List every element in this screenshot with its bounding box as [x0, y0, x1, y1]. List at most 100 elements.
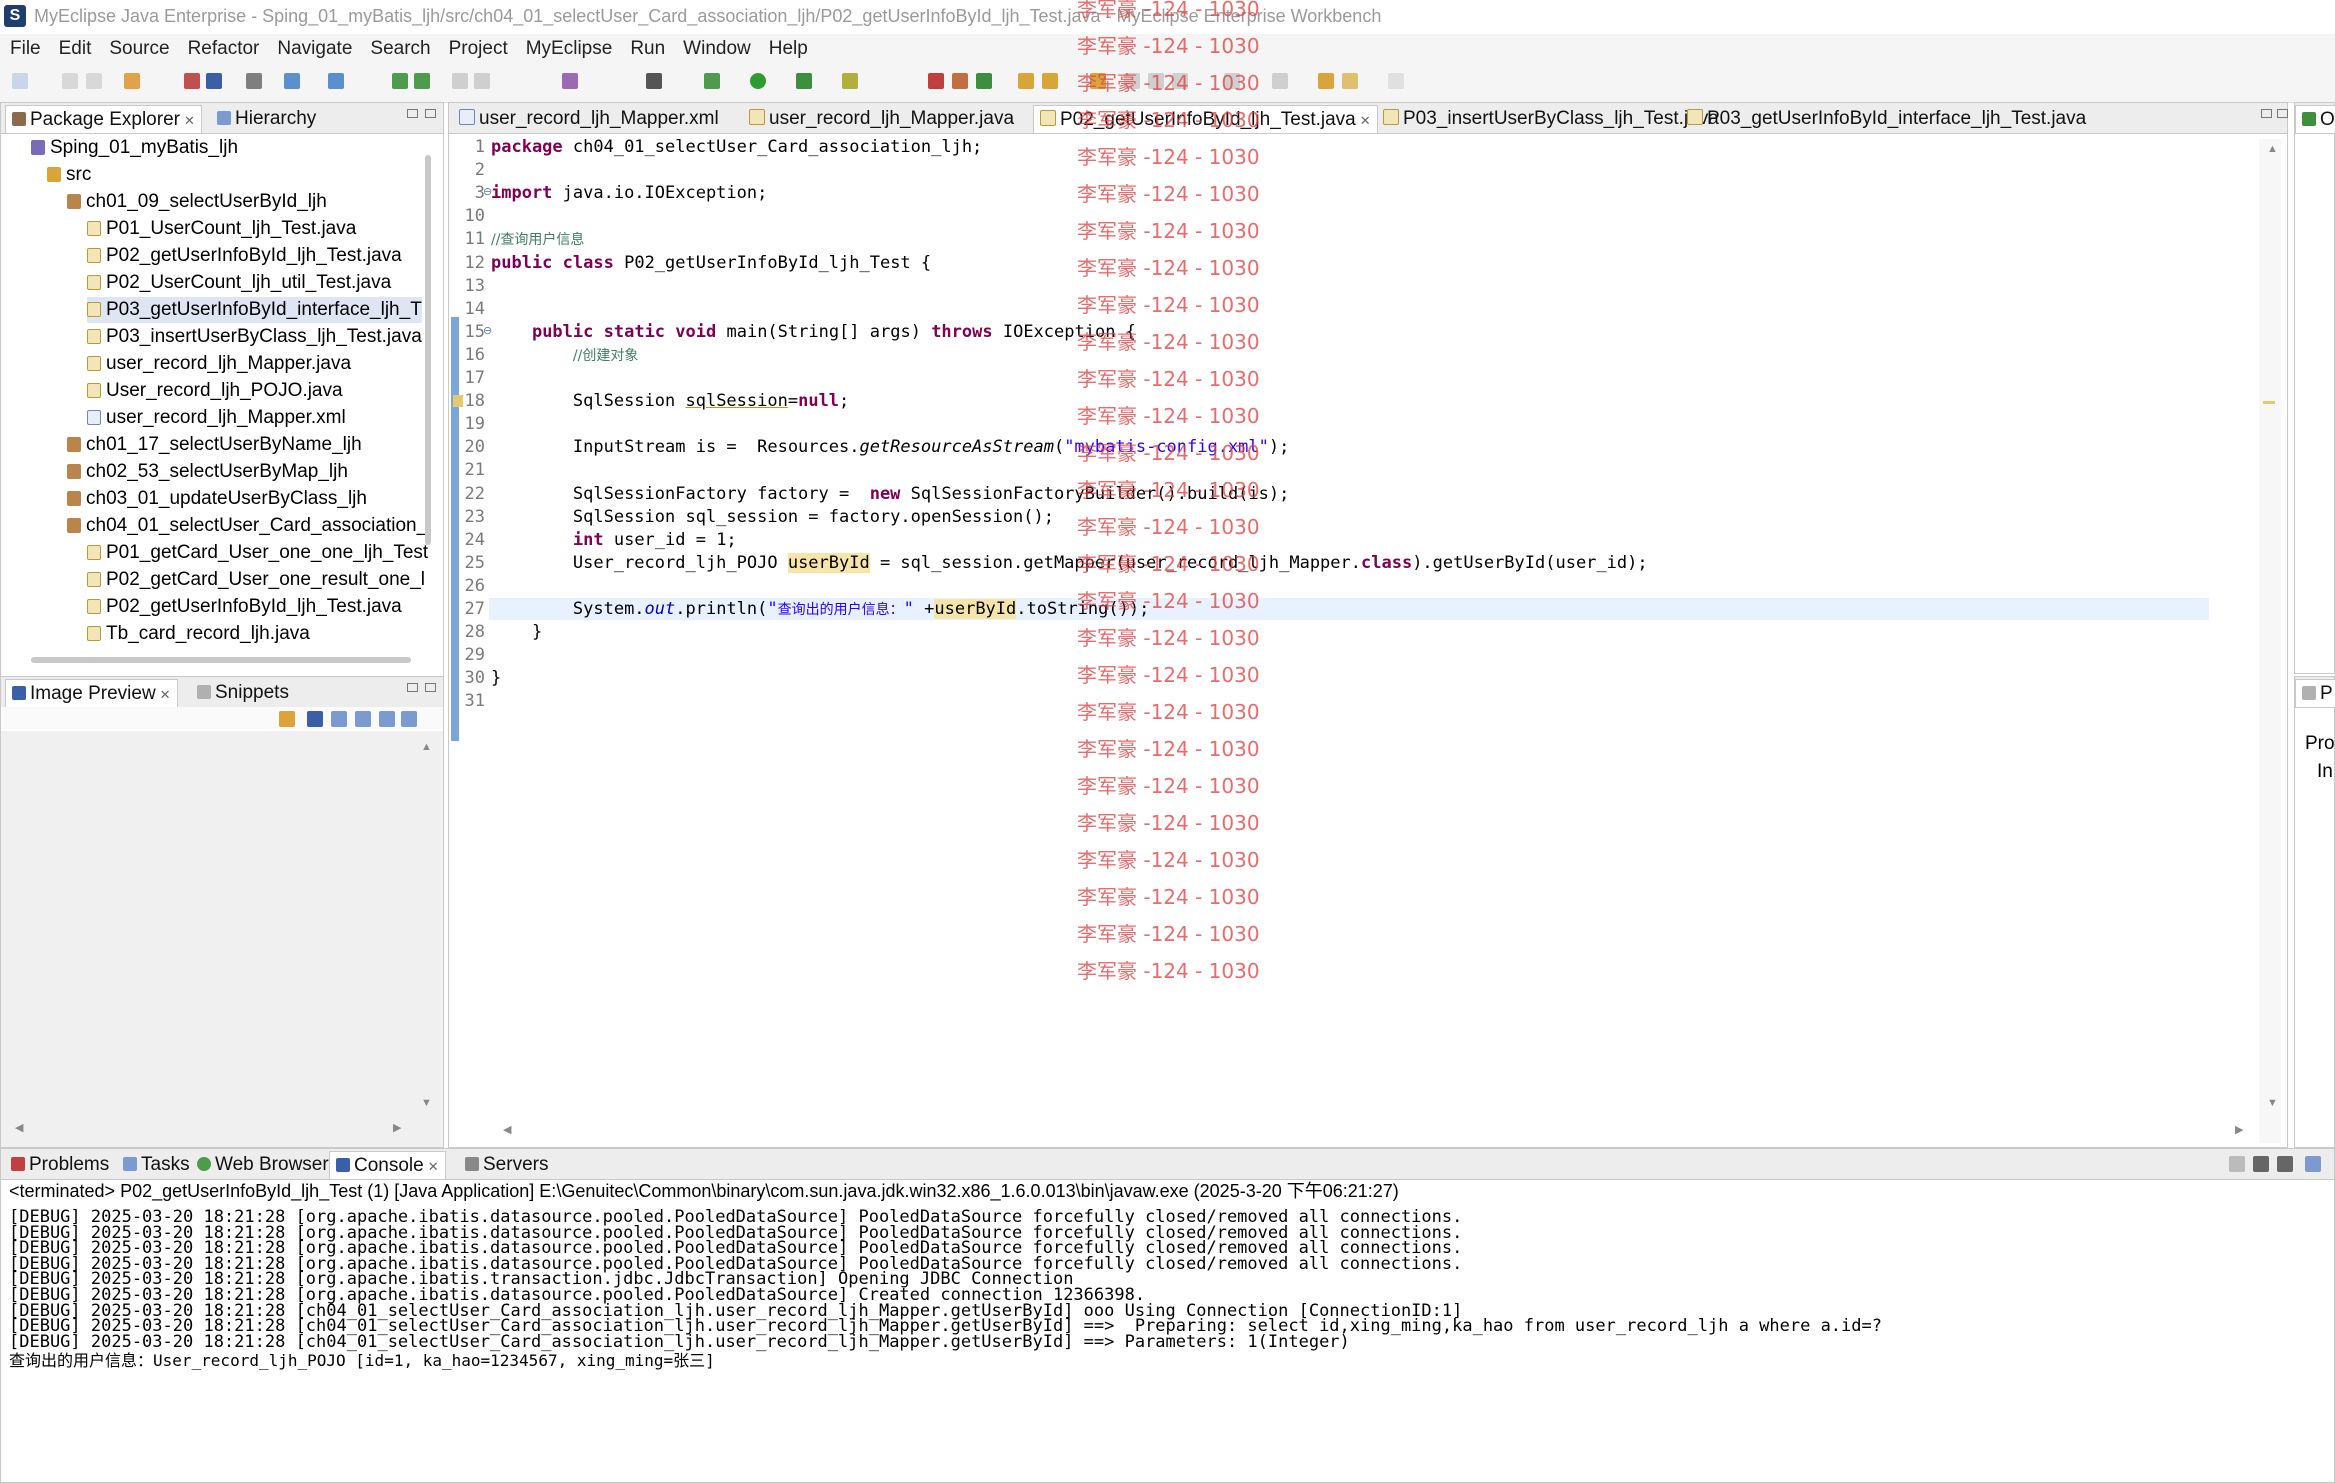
- tab-tasks[interactable]: Tasks: [117, 1151, 196, 1178]
- tab-mapper-java[interactable]: user_record_ljh_Mapper.java: [743, 105, 1020, 132]
- tab-web-browser[interactable]: Web Browser: [191, 1151, 335, 1178]
- code-line[interactable]: //查询用户信息: [491, 229, 584, 249]
- code-line[interactable]: User_record_ljh_POJO userById = sql_sess…: [491, 552, 1648, 573]
- external-tools-icon[interactable]: [842, 73, 858, 89]
- remove-launch-icon[interactable]: [2253, 1156, 2269, 1172]
- tree-item[interactable]: Tb_card_record_ljh.java: [87, 621, 310, 647]
- minimize-icon[interactable]: [407, 683, 418, 692]
- tree-item[interactable]: P01_getCard_User_one_one_ljh_Test: [87, 540, 428, 566]
- clear-console-icon[interactable]: [2305, 1156, 2321, 1172]
- code-line[interactable]: }: [491, 668, 501, 688]
- tab-snippets[interactable]: Snippets: [191, 679, 295, 706]
- pin-icon[interactable]: [279, 711, 295, 727]
- tab-mapper-xml[interactable]: user_record_ljh_Mapper.xml: [453, 105, 725, 132]
- terminal-icon[interactable]: [646, 73, 662, 89]
- tree-item[interactable]: P03_getUserInfoById_interface_ljh_T: [87, 297, 422, 323]
- task-icon[interactable]: [474, 73, 490, 89]
- coverage-icon[interactable]: [796, 73, 812, 89]
- zoom-out-icon[interactable]: [331, 711, 347, 727]
- close-icon[interactable]: ✕: [160, 687, 171, 702]
- close-icon[interactable]: ✕: [428, 1159, 439, 1174]
- tree-item[interactable]: ch01_09_selectUserById_ljh: [67, 189, 327, 215]
- terminate-icon[interactable]: [2229, 1156, 2245, 1172]
- tab-servers[interactable]: Servers: [459, 1151, 554, 1178]
- tree-item[interactable]: P01_UserCount_ljh_Test.java: [87, 216, 356, 242]
- code-line[interactable]: int user_id = 1;: [491, 530, 737, 550]
- menu-help[interactable]: Help: [759, 34, 816, 62]
- save-icon[interactable]: [62, 73, 78, 89]
- scroll-left-icon[interactable]: ◀: [15, 1121, 23, 1134]
- menu-refactor[interactable]: Refactor: [178, 34, 268, 62]
- code-line[interactable]: SqlSession sqlSession=null;: [491, 391, 849, 411]
- code-line[interactable]: package ch04_01_selectUser_Card_associat…: [491, 137, 982, 157]
- print-icon[interactable]: [86, 73, 102, 89]
- warning-marker[interactable]: [2263, 401, 2275, 404]
- code-line[interactable]: public class P02_getUserInfoById_ljh_Tes…: [491, 253, 931, 273]
- scroll-down-icon[interactable]: ▼: [2267, 1097, 2278, 1109]
- tab-outline[interactable]: O: [2295, 105, 2335, 133]
- tree-item[interactable]: P02_getCard_User_one_result_one_l: [87, 567, 425, 593]
- browser-icon[interactable]: [246, 73, 262, 89]
- scroll-up-icon[interactable]: ▲: [421, 741, 432, 753]
- scroll-down-icon[interactable]: ▼: [421, 1097, 432, 1109]
- code-line[interactable]: import java.io.IOException;: [491, 183, 767, 203]
- menu-project[interactable]: Project: [439, 34, 516, 62]
- close-icon[interactable]: ✕: [1360, 113, 1371, 128]
- tree-item[interactable]: ch03_01_updateUserByClass_ljh: [67, 486, 367, 512]
- menu-navigate[interactable]: Navigate: [267, 34, 360, 62]
- globe-icon[interactable]: [414, 73, 430, 89]
- scroll-right-icon[interactable]: ▶: [2235, 1123, 2243, 1136]
- scroll-right-icon[interactable]: ▶: [393, 1121, 401, 1134]
- server-icon[interactable]: [206, 73, 222, 89]
- new-project-icon[interactable]: [124, 73, 140, 89]
- tab-p03-interface[interactable]: P03_getUserInfoById_interface_ljh_Test.j…: [1681, 105, 2092, 132]
- zoom-in-icon[interactable]: [355, 711, 371, 727]
- tab-p03-insert[interactable]: P03_insertUserByClass_ljh_Test.java: [1377, 105, 1725, 132]
- open-type-icon[interactable]: [284, 73, 300, 89]
- tree-item[interactable]: P02_getUserInfoById_ljh_Test.java: [87, 243, 402, 269]
- fold-icon[interactable]: ⊖: [483, 185, 492, 198]
- minimize-icon[interactable]: [407, 109, 418, 118]
- tree-item[interactable]: ch01_17_selectUserByName_ljh: [67, 432, 362, 458]
- search-icon[interactable]: [328, 73, 344, 89]
- scroll-left-icon[interactable]: ◀: [503, 1123, 511, 1136]
- debug-icon[interactable]: [704, 73, 720, 89]
- tab-properties[interactable]: P: [2295, 679, 2335, 707]
- minimize-icon[interactable]: [2261, 109, 2272, 118]
- new-class-icon[interactable]: [976, 73, 992, 89]
- tree-item[interactable]: src: [47, 162, 91, 188]
- tree-item[interactable]: user_record_ljh_Mapper.xml: [87, 405, 346, 431]
- forward-icon[interactable]: [1388, 73, 1404, 89]
- tree-item[interactable]: User_record_ljh_POJO.java: [87, 378, 343, 404]
- warning-icon[interactable]: [453, 395, 463, 408]
- menu-myeclipse[interactable]: MyEclipse: [516, 34, 621, 62]
- tree-item[interactable]: ch04_01_selectUser_Card_association_: [67, 513, 427, 539]
- tree-item[interactable]: Sping_01_myBatis_ljh: [31, 135, 238, 161]
- fold-icon[interactable]: ⊖: [483, 324, 492, 337]
- tree-item[interactable]: P03_insertUserByClass_ljh_Test.java: [87, 324, 422, 350]
- open-folder-icon[interactable]: [1018, 73, 1034, 89]
- tree-item[interactable]: P02_getUserInfoById_ljh_Test.java: [87, 594, 402, 620]
- web-services-icon[interactable]: [392, 73, 408, 89]
- maximize-icon[interactable]: [425, 109, 436, 118]
- prev-annotation-icon[interactable]: [1272, 73, 1288, 89]
- actual-size-icon[interactable]: [379, 711, 395, 727]
- menu-search[interactable]: Search: [360, 34, 438, 62]
- new-icon[interactable]: [12, 73, 28, 89]
- menu-window[interactable]: Window: [673, 34, 759, 62]
- tree-h-scrollbar[interactable]: [31, 657, 411, 663]
- fit-image-icon[interactable]: [307, 711, 323, 727]
- tab-console[interactable]: Console ✕: [329, 1151, 446, 1179]
- menu-edit[interactable]: Edit: [49, 34, 100, 62]
- menu-run[interactable]: Run: [620, 34, 673, 62]
- tab-hierarchy[interactable]: Hierarchy: [211, 105, 322, 132]
- menu-file[interactable]: File: [0, 34, 49, 62]
- code-line[interactable]: public static void main(String[] args) t…: [491, 322, 1136, 342]
- code-area[interactable]: 1 2 3 10 11 12 13 14 15 16 17 18 19 20 21 22 23 24 25 26 27 2…: [453, 133, 2249, 1133]
- maximize-icon[interactable]: [425, 683, 436, 692]
- tab-image-preview[interactable]: Image Preview ✕: [5, 679, 178, 707]
- open-task-icon[interactable]: [1042, 73, 1058, 89]
- deploy-icon[interactable]: [184, 73, 200, 89]
- tree-item[interactable]: ch02_53_selectUserByMap_ljh: [67, 459, 348, 485]
- code-line[interactable]: //创建对象: [491, 345, 638, 365]
